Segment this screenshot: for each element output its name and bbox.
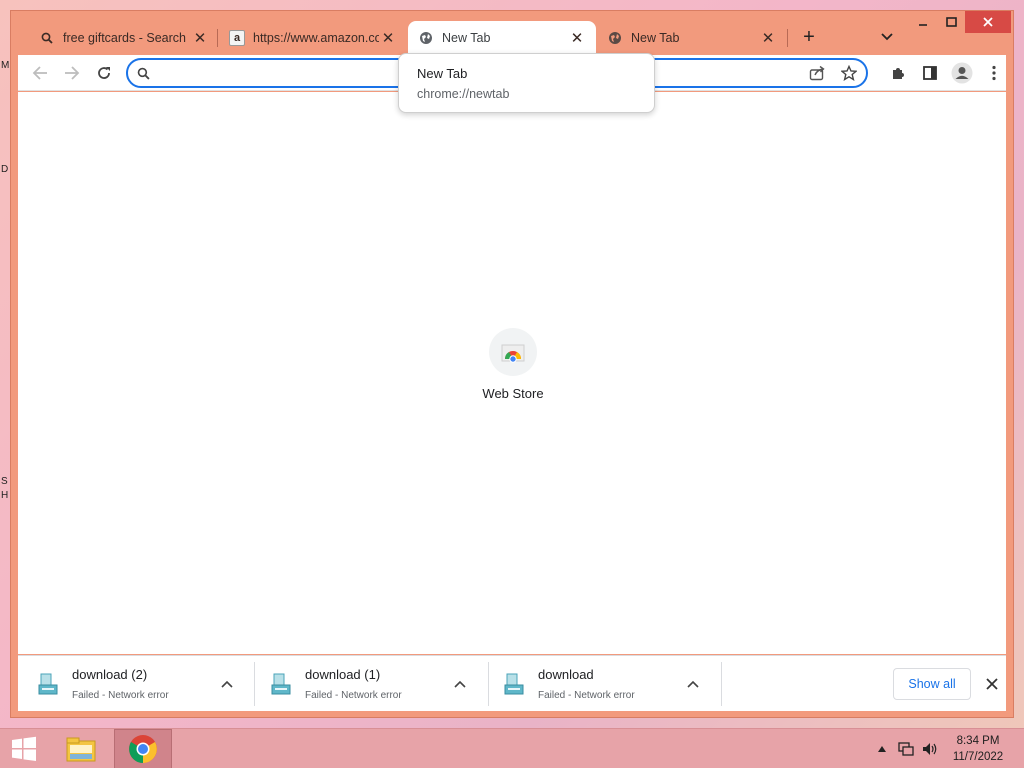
minimize-icon[interactable] (909, 11, 937, 33)
tab-label: https://www.amazon.com (253, 31, 379, 45)
desktop-icon-label: M (1, 60, 10, 71)
file-icon (38, 673, 58, 695)
forward-arrow-icon[interactable] (58, 59, 86, 87)
tab-hover-card: New Tab chrome://newtab (398, 53, 655, 113)
download-text: download (1) Failed - Network error (305, 667, 447, 701)
shortcut-label: Web Store (482, 386, 544, 401)
side-panel-icon[interactable] (916, 59, 944, 87)
network-icon[interactable] (896, 729, 916, 768)
tab-label: New Tab (631, 31, 680, 45)
tab-separator (787, 29, 788, 47)
close-shelf-icon[interactable] (980, 672, 1004, 696)
windows-start-icon[interactable] (4, 729, 44, 768)
shortcut-web-store[interactable]: Web Store (473, 328, 553, 401)
download-name: download (538, 667, 594, 682)
close-tab-icon[interactable]: ✕ (191, 29, 209, 47)
desktop-icon-label: D (1, 164, 9, 175)
tab-label: New Tab (442, 31, 491, 45)
reload-icon[interactable] (90, 59, 118, 87)
download-text: download (2) Failed - Network error (72, 667, 214, 701)
browser-window: free giftcards - Search ✕ a https://www.… (10, 10, 1014, 718)
close-tab-icon[interactable]: ✕ (759, 29, 777, 47)
download-separator (721, 662, 722, 706)
web-store-icon (489, 328, 537, 376)
new-tab-button[interactable]: + (797, 25, 821, 49)
profile-avatar-icon[interactable] (948, 59, 976, 87)
back-arrow-icon[interactable] (26, 59, 54, 87)
download-name: download (1) (305, 667, 381, 682)
taskbar: 8:34 PM 11/7/2022 (0, 728, 1024, 768)
search-icon (128, 67, 158, 80)
show-hidden-icons-icon[interactable] (874, 729, 890, 768)
tab-new-tab[interactable]: New Tab ✕ (597, 21, 787, 55)
globe-icon (418, 30, 434, 46)
hover-card-title: New Tab (417, 66, 468, 81)
close-tab-icon[interactable]: ✕ (379, 29, 397, 47)
tab-label: free giftcards - Search (63, 31, 186, 45)
desktop-icon-label: S (1, 476, 8, 487)
file-icon (504, 673, 524, 695)
clock-time: 8:34 PM (956, 735, 1000, 747)
close-tab-icon[interactable]: ✕ (568, 29, 586, 47)
amazon-icon: a (229, 30, 245, 46)
search-icon (39, 30, 55, 46)
chevron-up-icon[interactable] (680, 671, 706, 697)
hover-card-url: chrome://newtab (417, 87, 510, 101)
volume-icon[interactable] (920, 729, 940, 768)
close-window-icon[interactable] (965, 11, 1011, 33)
download-status: Failed - Network error (538, 690, 635, 701)
download-name: download (2) (72, 667, 148, 682)
download-status: Failed - Network error (72, 690, 169, 701)
tab-separator (217, 29, 218, 47)
system-clock[interactable]: 8:34 PM 11/7/2022 (946, 733, 1010, 765)
bookmark-star-icon[interactable] (836, 60, 862, 86)
tab-strip: free giftcards - Search ✕ a https://www.… (11, 11, 1013, 55)
chevron-up-icon[interactable] (214, 671, 240, 697)
download-text: download Failed - Network error (538, 667, 680, 701)
more-menu-icon[interactable] (980, 59, 1008, 87)
file-icon (271, 673, 291, 695)
download-item[interactable]: download Failed - Network error (484, 656, 718, 712)
tab-search[interactable]: free giftcards - Search ✕ (29, 21, 219, 55)
tab-amazon[interactable]: a https://www.amazon.com ✕ (219, 21, 407, 55)
extensions-puzzle-icon[interactable] (884, 59, 912, 87)
chrome-taskbar-icon[interactable] (114, 729, 172, 768)
globe-icon (607, 30, 623, 46)
file-explorer-icon[interactable] (60, 729, 102, 768)
clock-date: 11/7/2022 (952, 751, 1004, 763)
desktop-icon-label: H (1, 490, 9, 501)
download-status: Failed - Network error (305, 690, 402, 701)
new-tab-page: Web Store (18, 92, 1006, 654)
chevron-up-icon[interactable] (447, 671, 473, 697)
download-shelf: download (2) Failed - Network error down… (18, 655, 1006, 711)
share-icon[interactable] (804, 60, 830, 86)
tab-new-tab-active[interactable]: New Tab ✕ (408, 21, 596, 55)
download-item[interactable]: download (2) Failed - Network error (18, 656, 252, 712)
show-all-button[interactable]: Show all (893, 668, 971, 700)
maximize-icon[interactable] (937, 11, 965, 33)
download-item[interactable]: download (1) Failed - Network error (251, 656, 485, 712)
chevron-down-icon[interactable] (875, 25, 899, 49)
